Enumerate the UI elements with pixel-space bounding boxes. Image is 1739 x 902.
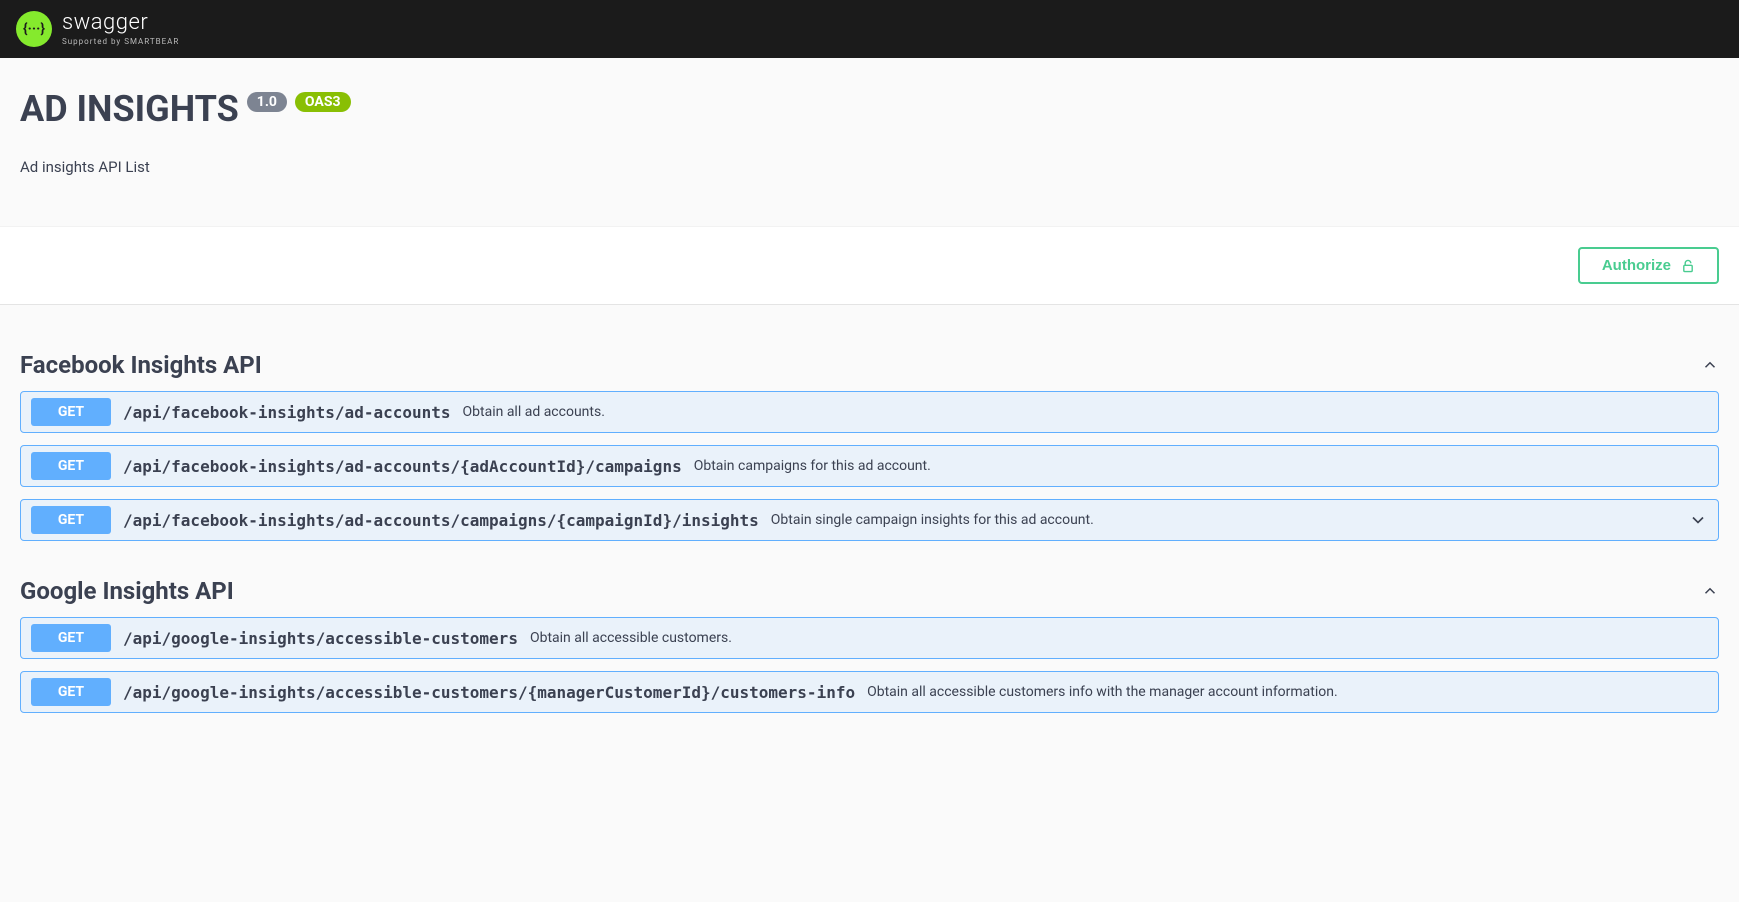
lock-open-icon: [1681, 258, 1695, 274]
http-method-badge: GET: [31, 624, 111, 652]
tag-title: Facebook Insights API: [20, 351, 262, 379]
api-description: Ad insights API List: [20, 158, 1719, 176]
version-badge: 1.0: [247, 92, 287, 112]
tag-header[interactable]: Facebook Insights API: [20, 345, 1719, 391]
operation-summary: Obtain campaigns for this ad account.: [694, 458, 1708, 474]
operation-row[interactable]: GET /api/google-insights/accessible-cust…: [20, 617, 1719, 659]
operation-path: /api/google-insights/accessible-customer…: [123, 683, 855, 702]
http-method-badge: GET: [31, 678, 111, 706]
operation-summary: Obtain all accessible customers info wit…: [867, 684, 1708, 700]
http-method-badge: GET: [31, 506, 111, 534]
tag-header[interactable]: Google Insights API: [20, 571, 1719, 617]
operation-path: /api/google-insights/accessible-customer…: [123, 629, 518, 648]
operation-row[interactable]: GET /api/facebook-insights/ad-accounts/c…: [20, 499, 1719, 541]
swagger-logo-text: swagger: [62, 12, 179, 34]
chevron-up-icon: [1701, 582, 1719, 600]
operation-summary: Obtain single campaign insights for this…: [771, 512, 1676, 528]
operation-row[interactable]: GET /api/facebook-insights/ad-accounts O…: [20, 391, 1719, 433]
chevron-down-icon: [1688, 510, 1708, 530]
operations-content: Facebook Insights API GET /api/facebook-…: [0, 305, 1739, 765]
operation-path: /api/facebook-insights/ad-accounts/campa…: [123, 511, 759, 530]
swagger-logo-icon: {···}: [16, 11, 52, 47]
swagger-logo[interactable]: {···} swagger Supported by SMARTBEAR: [16, 11, 179, 47]
http-method-badge: GET: [31, 452, 111, 480]
auth-section: Authorize: [0, 226, 1739, 305]
operation-row[interactable]: GET /api/facebook-insights/ad-accounts/{…: [20, 445, 1719, 487]
operation-row[interactable]: GET /api/google-insights/accessible-cust…: [20, 671, 1719, 713]
http-method-badge: GET: [31, 398, 111, 426]
api-title: AD INSIGHTS: [20, 88, 239, 130]
tag-title: Google Insights API: [20, 577, 234, 605]
topbar: {···} swagger Supported by SMARTBEAR: [0, 0, 1739, 58]
operation-summary: Obtain all ad accounts.: [463, 404, 1708, 420]
tag-section-facebook: Facebook Insights API GET /api/facebook-…: [20, 345, 1719, 541]
authorize-button-label: Authorize: [1602, 257, 1671, 274]
chevron-up-icon: [1701, 356, 1719, 374]
api-info-section: AD INSIGHTS 1.0 OAS3 Ad insights API Lis…: [0, 58, 1739, 226]
authorize-button[interactable]: Authorize: [1578, 247, 1719, 284]
operation-path: /api/facebook-insights/ad-accounts: [123, 403, 451, 422]
tag-section-google: Google Insights API GET /api/google-insi…: [20, 571, 1719, 713]
swagger-logo-subtext: Supported by SMARTBEAR: [62, 38, 179, 46]
oas-badge: OAS3: [295, 92, 351, 112]
operation-summary: Obtain all accessible customers.: [530, 630, 1708, 646]
operation-path: /api/facebook-insights/ad-accounts/{adAc…: [123, 457, 682, 476]
